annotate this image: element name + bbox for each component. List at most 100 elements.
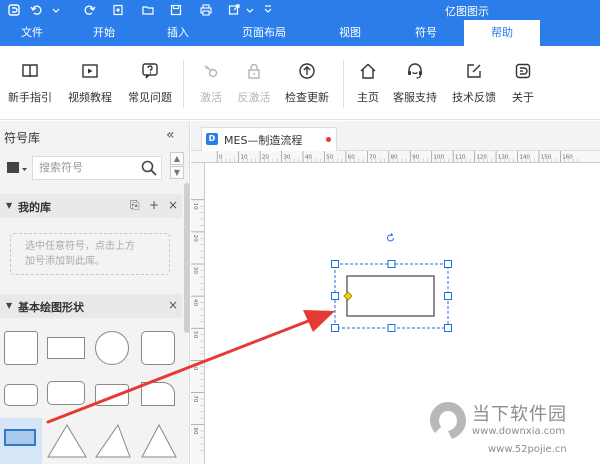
ruler-tick-label: 20 [262,154,269,160]
close-icon[interactable]: × [168,198,178,212]
tab-help[interactable]: 帮助 [464,20,540,46]
shape-circle[interactable] [95,331,129,365]
symbol-search-row: 搜索符号 [0,155,190,181]
home-icon [360,63,376,79]
symbol-library-panel: 符号库 « 搜索符号 ▲ ▼ ▼ 我的库 ⎘ + × 选中任意符号，点击上方 加… [0,121,190,464]
deactivate-button[interactable]: 反激活 [224,62,284,112]
document-tab-strip: D MES—制造流程 [191,121,600,151]
my-library-hint-line2: 加号添加到此库。 [25,256,105,267]
shape-rounded-wide[interactable] [47,381,85,405]
shape-triangle-2[interactable] [140,423,178,459]
new-icon[interactable] [108,0,128,20]
customer-support-button[interactable]: 客服支持 [385,62,445,112]
ruler-tick-label: 150 [541,154,552,160]
tab-view[interactable]: 视图 [326,20,374,46]
watermark-url-2: www.52pojie.cn [488,444,567,455]
ruler-tick-label: 60 [192,363,198,371]
import-icon[interactable]: ⎘ [130,198,140,213]
tab-page-layout[interactable]: 页面布局 [232,20,296,46]
about-button[interactable]: 关于 [493,62,553,112]
title-bar: 亿图图示 [0,0,600,20]
redo-icon[interactable] [80,0,100,20]
collapse-panel-icon[interactable]: « [166,127,175,143]
scroll-down-icon[interactable]: ▼ [170,166,184,179]
ruler-tick-label: 40 [305,154,312,160]
my-library-hint: 选中任意符号，点击上方 加号添加到此库。 [10,233,170,275]
shape-rectangle[interactable] [47,337,85,359]
menu-bar: 文件 开始 插入 页面布局 视图 符号 帮助 [0,20,600,46]
save-icon[interactable] [166,0,186,20]
shape-rounded-rectangle[interactable] [4,384,38,406]
ruler-tick-label: 130 [498,154,509,160]
getting-started-label: 新手指引 [8,91,52,104]
shape-right-triangle[interactable] [94,423,132,459]
faq-button[interactable]: 常见问题 [120,62,180,112]
ruler-tick-label: 140 [519,154,530,160]
ruler-tick-label: 100 [434,154,445,160]
getting-started-button[interactable]: 新手指引 [0,62,60,112]
ruler-tick-label: 80 [192,427,198,435]
tab-insert[interactable]: 插入 [154,20,202,46]
check-update-button[interactable]: 检查更新 [277,62,337,112]
update-icon [299,63,315,79]
scroll-up-icon[interactable]: ▲ [170,152,184,165]
library-menu-icon[interactable] [6,161,28,175]
key-icon [204,65,218,78]
watermark: 当下软件园 www.downxia.com www.52pojie.cn [428,398,600,464]
shape-rounded-square[interactable] [4,331,38,365]
about-icon [515,63,531,79]
shape-triangle[interactable] [46,423,88,459]
tab-symbols[interactable]: 符号 [402,20,450,46]
my-library-header[interactable]: ▼ 我的库 ⎘ + × [0,194,182,218]
watermark-logo-icon [430,402,466,439]
book-icon [22,64,38,78]
document-tab[interactable]: D MES—制造流程 [201,127,337,151]
tab-file[interactable]: 文件 [8,20,56,46]
window-title: 亿图图示 [445,5,489,18]
shape-snip-rect[interactable] [141,382,175,406]
panel-scrollbar[interactable] [184,183,190,333]
library-scroll-buttons: ▲ ▼ [170,152,184,180]
shape-highlight-selected[interactable] [0,418,42,464]
print-icon[interactable] [196,0,216,20]
expand-triangle-icon: ▼ [6,201,13,210]
close-icon[interactable]: × [168,298,178,312]
ruler-tick-label: 30 [283,154,290,160]
ruler-tick-label: 60 [348,154,355,160]
ruler-tick-label: 70 [192,395,198,403]
ruler-tick-label: 30 [192,267,198,275]
ruler-tick-label: 50 [192,331,198,339]
basic-shapes-header[interactable]: ▼ 基本绘图形状 × [0,294,182,318]
logo-icon [4,0,24,20]
tab-home[interactable]: 开始 [80,20,128,46]
ruler-tick-label: 10 [240,154,247,160]
unsaved-indicator [326,137,331,142]
headset-icon [408,63,422,79]
search-icon[interactable] [141,160,157,176]
video-icon [82,64,98,78]
check-update-label: 检查更新 [285,91,329,104]
question-icon [142,63,158,79]
lock-icon [248,63,260,79]
chevron-down-icon[interactable] [240,0,260,20]
ruler-tick-label: 120 [476,154,487,160]
ruler-tick-label: 110 [455,154,466,160]
ruler-tick-label: 0 [219,154,223,160]
video-tutorial-button[interactable]: 视频教程 [60,62,120,112]
open-icon[interactable] [138,0,158,20]
faq-label: 常见问题 [128,91,172,104]
document-icon: D [206,133,218,145]
shape-small-rect[interactable] [95,384,129,406]
shape-rounded-rect[interactable] [141,331,175,365]
feedback-icon [467,64,481,78]
ruler-tick-label: 80 [391,154,398,160]
chevron-down-icon[interactable] [46,0,66,20]
symbol-library-title: 符号库 [4,131,41,145]
more-icon[interactable] [258,0,278,20]
expand-triangle-icon: ▼ [6,301,13,310]
add-icon[interactable]: + [149,198,159,212]
vertical-ruler: 10 20 30 40 50 60 70 80 [191,163,205,464]
undo-icon[interactable] [26,0,46,20]
about-label: 关于 [512,91,534,104]
ruler-tick-label: 40 [192,299,198,307]
